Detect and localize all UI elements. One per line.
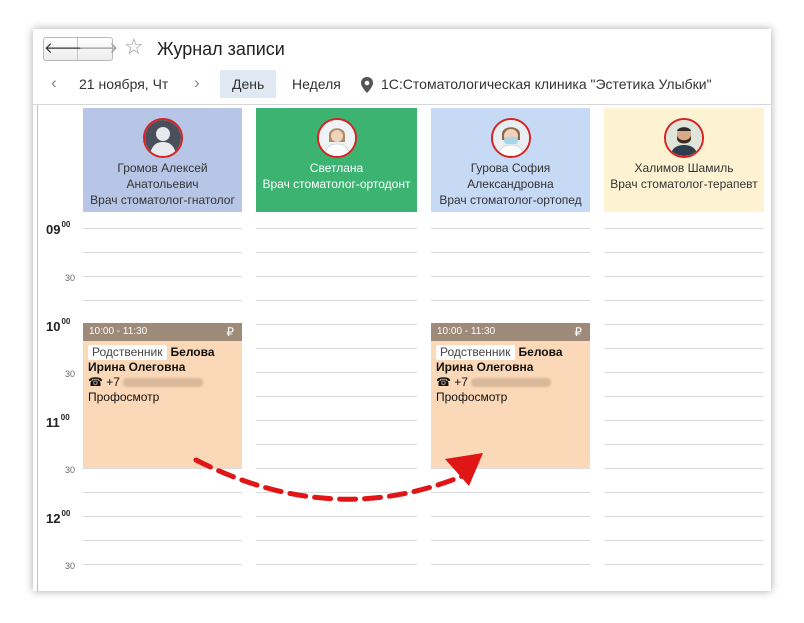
favorite-star-icon[interactable]: ☆ bbox=[124, 34, 144, 60]
current-date: 21 ноября, Чт bbox=[79, 76, 169, 92]
journal-window: 🡐 🡒 ☆ Журнал записи ‹ 21 ноября, Чт › Де… bbox=[33, 29, 771, 591]
page-title: Журнал записи bbox=[157, 39, 285, 59]
schedule-grid: 0900 30 1000 30 1100 30 1200 30 Громов А… bbox=[33, 104, 771, 591]
location-pin-icon bbox=[361, 77, 373, 93]
back-button[interactable]: 🡐 bbox=[44, 38, 84, 60]
tab-day[interactable]: День bbox=[220, 70, 277, 98]
history-nav-group: 🡐 🡒 bbox=[43, 37, 118, 61]
next-day-chevron-icon[interactable]: › bbox=[194, 73, 200, 93]
clinic-selector[interactable]: 1С:Стоматологическая клиника "Эстетика У… bbox=[381, 76, 712, 92]
forward-button[interactable]: 🡒 bbox=[78, 38, 118, 60]
prev-day-chevron-icon[interactable]: ‹ bbox=[51, 73, 57, 93]
drag-arrow-icon bbox=[193, 453, 483, 502]
tab-week[interactable]: Неделя bbox=[280, 70, 353, 98]
